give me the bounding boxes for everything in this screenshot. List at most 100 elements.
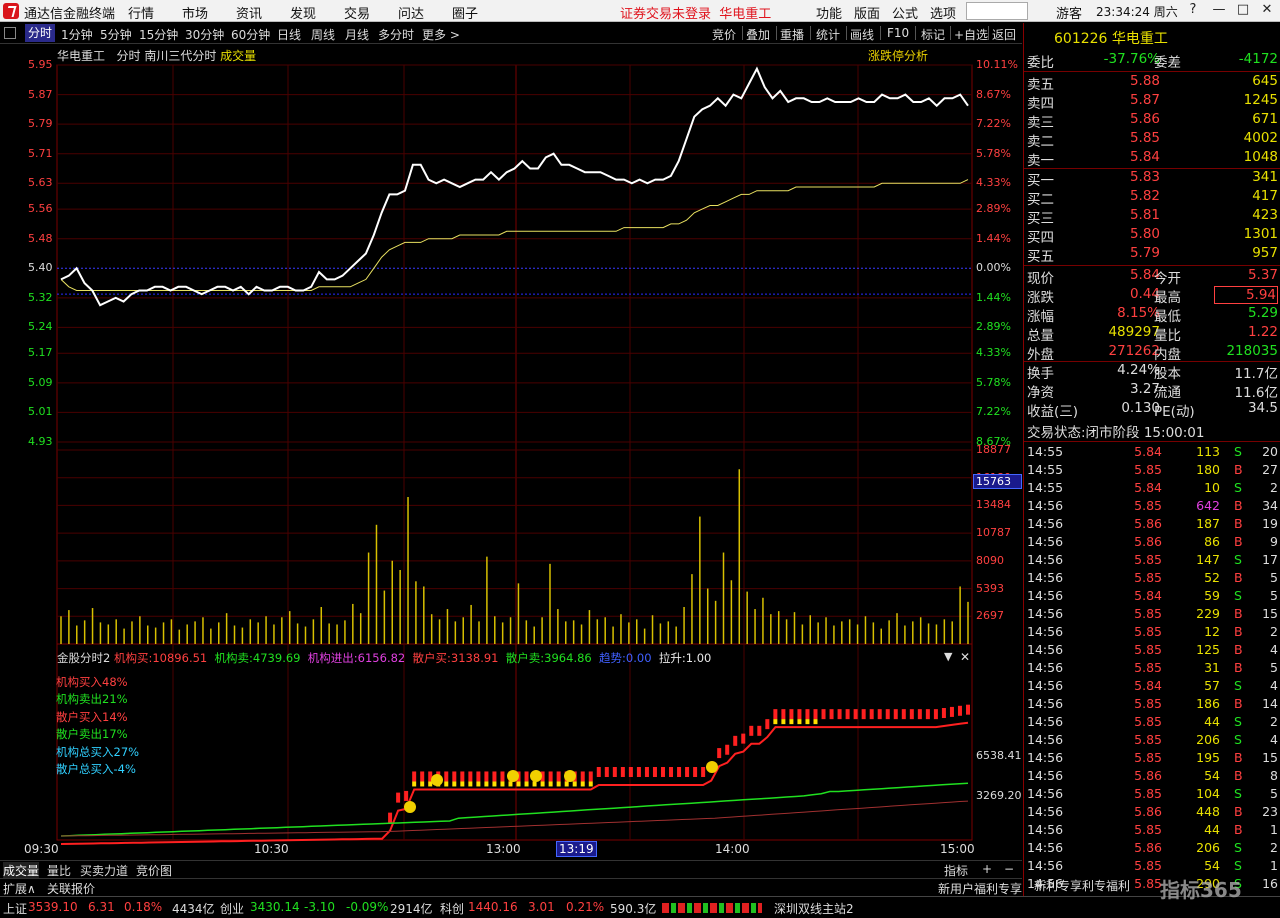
cy-amount: 2914亿: [390, 902, 433, 916]
expand-button[interactable]: 扩展∧: [3, 880, 36, 897]
user-name[interactable]: 游客: [1056, 3, 1082, 22]
tick-row[interactable]: 14:56 5.85 642 B 34: [1024, 498, 1280, 516]
tab-maimai[interactable]: 买卖力道: [80, 862, 128, 879]
tick-row[interactable]: 14:56 5.85 104 S 5: [1024, 786, 1280, 804]
tick-row[interactable]: 14:55 5.84 10 S 2: [1024, 480, 1280, 498]
btn-diejia[interactable]: 叠加: [746, 26, 770, 43]
menu-banmian[interactable]: 版面: [854, 3, 880, 22]
tick-row[interactable]: 14:56 5.84 57 S 4: [1024, 678, 1280, 696]
tab-more[interactable]: 更多 >: [422, 26, 460, 43]
btn-biaoji[interactable]: 标记: [921, 26, 945, 43]
search-input[interactable]: [966, 2, 1028, 20]
btn-chongbo[interactable]: 重播: [780, 26, 804, 43]
tick-row[interactable]: 14:56 5.85 12 B 2: [1024, 624, 1280, 642]
btn-jingjia[interactable]: 竞价: [712, 26, 736, 43]
tick-row[interactable]: 14:56 5.85 206 S 4: [1024, 732, 1280, 750]
divider: [915, 26, 916, 40]
limit-analysis-link[interactable]: 涨跌停分析: [868, 47, 928, 64]
indicator-dropdown-icon[interactable]: ▼: [944, 650, 952, 663]
menu-wenda[interactable]: 问达: [398, 3, 424, 22]
stat-row: 外盘 271262 内盘 218035: [1027, 343, 1278, 363]
tick-row[interactable]: 14:55 5.85 180 B 27: [1024, 462, 1280, 480]
buy-block-highlight: [516, 781, 521, 787]
help-icon[interactable]: ?: [1182, 2, 1204, 20]
tick-row[interactable]: 14:56 5.86 206 S 2: [1024, 840, 1280, 858]
buy-block: [500, 771, 505, 782]
tab-volume[interactable]: 成交量: [3, 862, 40, 879]
btn-indicator[interactable]: 指标: [944, 862, 968, 879]
tick-row[interactable]: 14:56 5.84 59 S 5: [1024, 588, 1280, 606]
tick-row[interactable]: 14:56 5.85 44 B 1: [1024, 822, 1280, 840]
tick-row[interactable]: 14:56 5.85 186 B 14: [1024, 696, 1280, 714]
tab-daily[interactable]: 日线: [277, 26, 301, 43]
tab-60min[interactable]: 60分钟: [231, 26, 270, 43]
price-tick: 5.79: [28, 117, 53, 131]
tick-row[interactable]: 14:56 5.86 448 B 23: [1024, 804, 1280, 822]
menu-quanzi[interactable]: 圈子: [452, 3, 478, 22]
tab-15min[interactable]: 15分钟: [139, 26, 178, 43]
promo-link[interactable]: 新用户福利专享: [938, 880, 1022, 897]
legend-item: 机构卖出21%: [56, 692, 128, 707]
tick-row[interactable]: 14:56 5.85 125 B 4: [1024, 642, 1280, 660]
tick-row[interactable]: 14:56 5.85 52 B 5: [1024, 570, 1280, 588]
intraday-chart-area[interactable]: 华电重工 分时 南川三代分时 成交量 涨跌停分析 5.95 5.87 5.79 5.7…: [0, 44, 1022, 860]
menu-xuanxiang[interactable]: 选项: [930, 3, 956, 22]
menu-hangqing[interactable]: 行情: [128, 3, 154, 22]
tick-row[interactable]: 14:56 5.85 44 S 2: [1024, 714, 1280, 732]
tick-row[interactable]: 14:56 5.86 54 B 8: [1024, 768, 1280, 786]
menu-zixun[interactable]: 资讯: [236, 3, 262, 22]
stat-row: 总量 489297 量比 1.22: [1027, 324, 1278, 344]
add-pane-icon[interactable]: +: [982, 862, 992, 876]
remove-pane-icon[interactable]: −: [1004, 862, 1014, 876]
btn-f10[interactable]: F10: [887, 26, 909, 40]
menu-gongshi[interactable]: 公式: [892, 3, 918, 22]
tick-row[interactable]: 14:56 5.86 187 B 19: [1024, 516, 1280, 534]
smiley-icon: [530, 770, 542, 782]
avg-price-line: [60, 179, 969, 291]
tick-row[interactable]: 14:55 5.84 113 S 20: [1024, 444, 1280, 462]
btn-huaxian[interactable]: 画线: [850, 26, 874, 43]
btn-add-watchlist[interactable]: +自选: [954, 26, 988, 43]
sh-label[interactable]: 上证: [3, 900, 27, 917]
tick-row[interactable]: 14:56 5.85 229 B 15: [1024, 606, 1280, 624]
related-quote-tab[interactable]: 关联报价: [47, 880, 95, 897]
buy-block: [612, 767, 617, 778]
buy-block-highlight: [540, 781, 545, 787]
tab-weekly[interactable]: 周线: [311, 26, 335, 43]
tab-1min[interactable]: 1分钟: [61, 26, 93, 43]
tab-monthly[interactable]: 月线: [345, 26, 369, 43]
menu-gongneng[interactable]: 功能: [816, 3, 842, 22]
tick-row[interactable]: 14:56 5.85 147 S 17: [1024, 552, 1280, 570]
btn-fanhui[interactable]: 返回: [992, 26, 1016, 43]
login-warning[interactable]: 证券交易未登录 华电重工: [620, 3, 771, 22]
indicator-close-icon[interactable]: ✕: [960, 650, 970, 664]
tick-row[interactable]: 14:56 5.85 195 B 15: [1024, 750, 1280, 768]
pct-tick: 7.22%: [976, 117, 1011, 131]
kc-label[interactable]: 科创: [440, 900, 464, 917]
divider: [988, 26, 989, 40]
btn-tongji[interactable]: 统计: [816, 26, 840, 43]
close-icon[interactable]: ✕: [1256, 2, 1278, 20]
minimize-icon[interactable]: —: [1208, 2, 1230, 20]
intraday-chart[interactable]: [0, 44, 1022, 860]
tab-liangbi[interactable]: 量比: [47, 862, 71, 879]
tab-5min[interactable]: 5分钟: [100, 26, 132, 43]
tab-jingjiatu[interactable]: 竞价图: [136, 862, 172, 879]
tab-multi-fenshi[interactable]: 多分时: [378, 26, 414, 43]
pct-tick: 10.11%: [976, 58, 1018, 71]
kc-pct: 0.21%: [566, 900, 605, 914]
tick-row[interactable]: 14:56 5.85 31 B 5: [1024, 660, 1280, 678]
panel-toggle-icon[interactable]: [4, 27, 16, 39]
menu-faxian[interactable]: 发现: [290, 3, 316, 22]
server-station[interactable]: 深圳双线主站2: [774, 900, 854, 917]
buy-block-highlight: [813, 719, 818, 725]
menu-shichang[interactable]: 市场: [182, 3, 208, 22]
menu-jiaoyi[interactable]: 交易: [344, 3, 370, 22]
maximize-icon[interactable]: □: [1232, 2, 1254, 20]
tab-30min[interactable]: 30分钟: [185, 26, 224, 43]
bid-row: 买一 5.83 341: [1027, 169, 1278, 189]
ad-ticker[interactable]: 新利专享利专福利: [1034, 877, 1130, 894]
tab-fenshi[interactable]: 分时: [25, 24, 56, 42]
cy-label[interactable]: 创业: [220, 900, 244, 917]
tick-row[interactable]: 14:56 5.86 86 B 9: [1024, 534, 1280, 552]
